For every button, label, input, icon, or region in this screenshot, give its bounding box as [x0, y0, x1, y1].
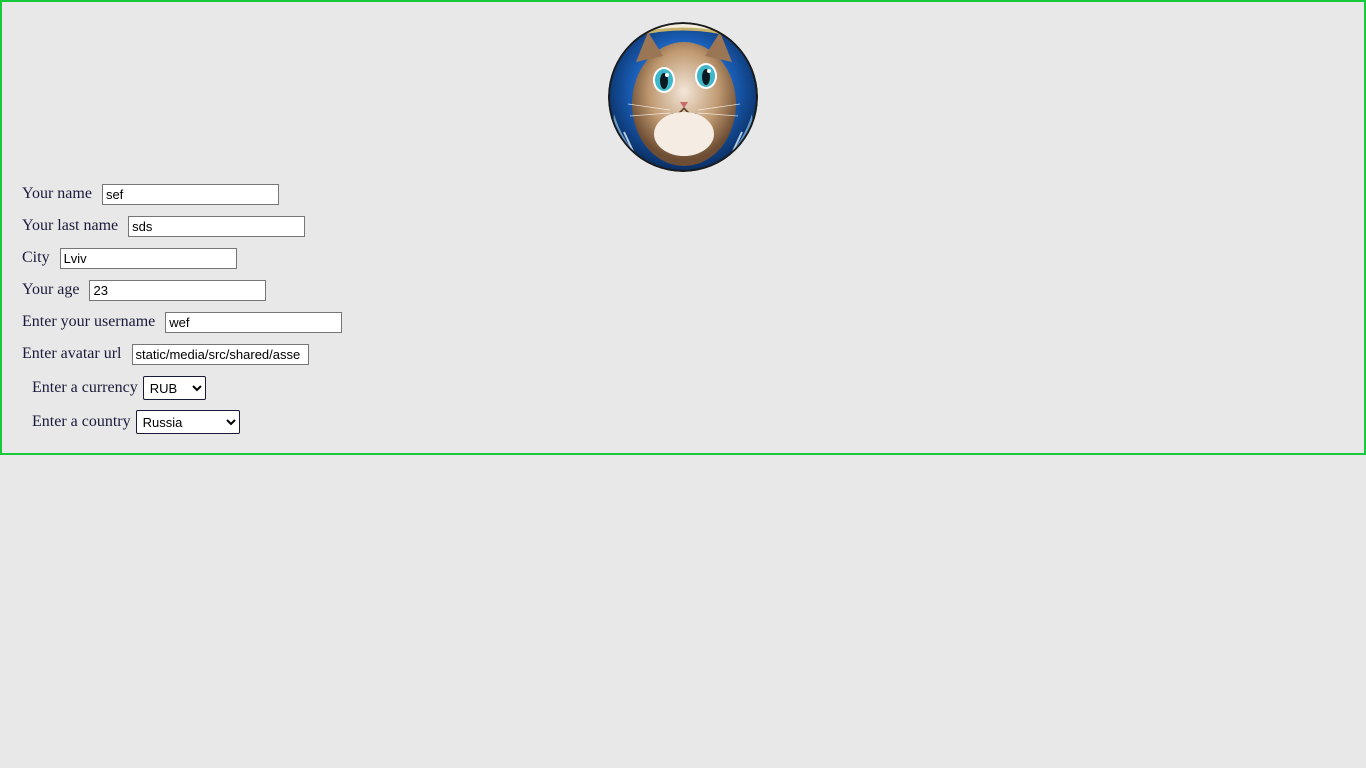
username-label: Enter your username — [22, 313, 156, 330]
age-row: Your age — [22, 278, 267, 302]
name-label: Your name — [22, 185, 92, 202]
username-input[interactable] — [165, 311, 343, 333]
avatar-url-input[interactable] — [131, 343, 309, 365]
profile-form-card: Your name Your last name City Your age E… — [0, 0, 1366, 455]
country-row: Enter a country Russia — [32, 410, 240, 434]
last-name-label: Your last name — [22, 217, 119, 234]
name-row: Your name — [22, 182, 279, 206]
city-row: City — [22, 246, 237, 270]
last-name-row: Your last name — [22, 214, 306, 238]
cat-astronaut-avatar-icon — [608, 22, 758, 172]
avatar-url-label: Enter avatar url — [22, 345, 122, 362]
country-select[interactable]: Russia — [135, 410, 240, 434]
name-input[interactable] — [101, 183, 279, 205]
age-label: Your age — [22, 281, 80, 298]
last-name-input[interactable] — [128, 215, 306, 237]
username-row: Enter your username — [22, 310, 343, 334]
city-label: City — [22, 249, 50, 266]
currency-label: Enter a currency — [32, 379, 138, 396]
city-input[interactable] — [59, 247, 237, 269]
avatar — [608, 22, 758, 172]
currency-select[interactable]: RUB — [142, 376, 206, 400]
currency-row: Enter a currency RUB — [32, 376, 206, 400]
age-input[interactable] — [89, 279, 267, 301]
country-label: Enter a country — [32, 413, 131, 430]
avatar-url-row: Enter avatar url — [22, 342, 309, 366]
